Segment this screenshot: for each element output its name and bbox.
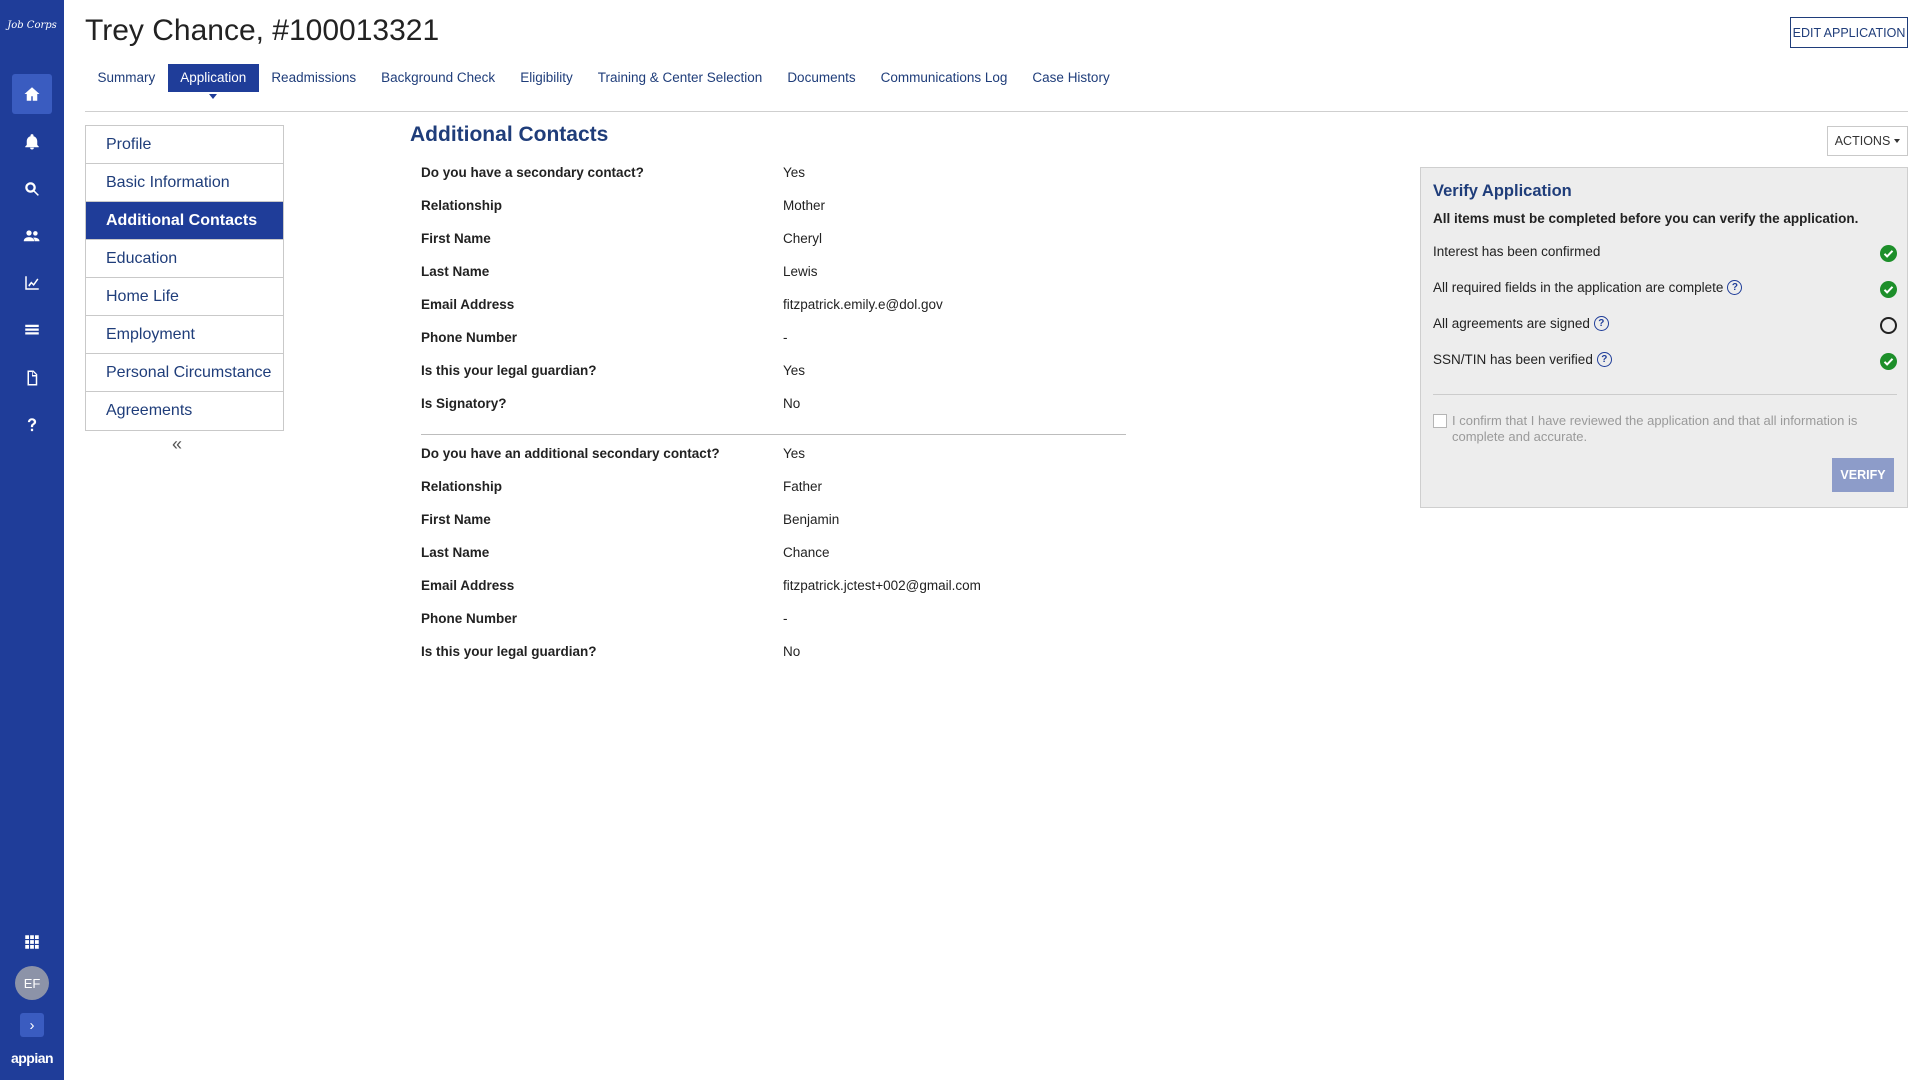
field-label: Phone Number bbox=[421, 611, 518, 626]
search-icon[interactable] bbox=[12, 169, 52, 209]
help-circle-icon[interactable]: ? bbox=[1596, 352, 1612, 367]
verify-instruction: All items must be completed before you c… bbox=[1433, 211, 1859, 226]
check-pending-icon bbox=[1880, 317, 1897, 334]
field-label: Relationship bbox=[421, 198, 503, 213]
help-circle-icon[interactable]: ? bbox=[1593, 316, 1609, 331]
field-label: First Name bbox=[421, 231, 491, 246]
field-value: Yes bbox=[783, 446, 806, 461]
field-label: Email Address bbox=[421, 578, 515, 593]
confirm-row: I confirm that I have reviewed the appli… bbox=[1433, 413, 1893, 445]
tab-documents[interactable]: Documents bbox=[775, 64, 868, 92]
help-circle-icon[interactable]: ? bbox=[1727, 280, 1743, 295]
confirm-checkbox[interactable] bbox=[1433, 414, 1447, 428]
actions-dropdown[interactable]: ACTIONS bbox=[1827, 126, 1908, 156]
field-label: Do you have an additional secondary cont… bbox=[421, 446, 720, 461]
field-value: Mother bbox=[783, 198, 826, 213]
field-value: No bbox=[783, 644, 801, 659]
section-title: Additional Contacts bbox=[410, 123, 609, 146]
document-icon[interactable] bbox=[12, 358, 52, 398]
field-label: Relationship bbox=[421, 479, 503, 494]
field-value: - bbox=[783, 330, 788, 345]
field-label: Is this your legal guardian? bbox=[421, 644, 597, 659]
field-value: Benjamin bbox=[783, 512, 840, 527]
checklist-item: Interest has been confirmed bbox=[1433, 244, 1897, 264]
menu-item-basic-information[interactable]: Basic Information bbox=[86, 164, 283, 202]
bell-icon[interactable] bbox=[12, 122, 52, 162]
menu-item-agreements[interactable]: Agreements bbox=[86, 392, 283, 430]
tab-communications-log[interactable]: Communications Log bbox=[868, 64, 1020, 92]
field-value: Father bbox=[783, 479, 823, 494]
field-label: Is this your legal guardian? bbox=[421, 363, 597, 378]
expand-icon[interactable]: › bbox=[20, 1013, 44, 1037]
verify-divider bbox=[1433, 394, 1897, 395]
field-label: First Name bbox=[421, 512, 491, 527]
list-icon[interactable] bbox=[12, 310, 52, 350]
field-value: Chance bbox=[783, 545, 830, 560]
tabs-divider bbox=[85, 111, 1908, 112]
field-value: - bbox=[783, 611, 788, 626]
menu-item-home-life[interactable]: Home Life bbox=[86, 278, 283, 316]
tab-training-center-selection[interactable]: Training & Center Selection bbox=[585, 64, 775, 92]
field-value: fitzpatrick.emily.e@dol.gov bbox=[783, 297, 943, 312]
field-label: Is Signatory? bbox=[421, 396, 507, 411]
record-tabs: Summary Application Readmissions Backgro… bbox=[85, 64, 1122, 99]
verify-title: Verify Application bbox=[1433, 182, 1572, 200]
tab-eligibility[interactable]: Eligibility bbox=[508, 64, 586, 92]
job-corps-logo[interactable]: Job Corps bbox=[0, 20, 64, 31]
field-value: Yes bbox=[783, 363, 806, 378]
checklist-item-label: All required fields in the application a… bbox=[1433, 280, 1724, 295]
field-label: Last Name bbox=[421, 545, 490, 560]
chart-icon[interactable] bbox=[12, 263, 52, 303]
field-value: Yes bbox=[783, 165, 806, 180]
checklist-item: All required fields in the application a… bbox=[1433, 280, 1897, 300]
tab-summary[interactable]: Summary bbox=[85, 64, 168, 92]
field-label: Email Address bbox=[421, 297, 515, 312]
check-complete-icon bbox=[1880, 245, 1897, 262]
apps-grid-icon[interactable] bbox=[12, 922, 52, 962]
field-label: Phone Number bbox=[421, 330, 518, 345]
left-nav-rail: Job Corps EF › appian bbox=[0, 0, 64, 1080]
checklist-item-label: SSN/TIN has been verified bbox=[1433, 352, 1593, 367]
tab-application[interactable]: Application bbox=[167, 64, 259, 99]
field-value: Lewis bbox=[783, 264, 818, 279]
confirm-label: I confirm that I have reviewed the appli… bbox=[1452, 413, 1858, 444]
appian-brand: appian bbox=[10, 1050, 54, 1066]
contact-divider bbox=[421, 434, 1126, 435]
users-icon[interactable] bbox=[12, 216, 52, 256]
tab-background-check[interactable]: Background Check bbox=[369, 64, 508, 92]
menu-item-education[interactable]: Education bbox=[86, 240, 283, 278]
collapse-menu-icon[interactable]: « bbox=[172, 434, 182, 455]
verify-application-panel: Verify Application All items must be com… bbox=[1420, 167, 1908, 508]
check-complete-icon bbox=[1880, 281, 1897, 298]
home-icon[interactable] bbox=[12, 74, 52, 114]
check-complete-icon bbox=[1880, 353, 1897, 370]
checklist-item: SSN/TIN has been verified? bbox=[1433, 352, 1897, 372]
checklist-item-label: All agreements are signed bbox=[1433, 316, 1590, 331]
field-value: No bbox=[783, 396, 801, 411]
page-title: Trey Chance, #100013321 bbox=[85, 14, 440, 47]
menu-item-employment[interactable]: Employment bbox=[86, 316, 283, 354]
field-label: Do you have a secondary contact? bbox=[421, 165, 644, 180]
menu-item-additional-contacts[interactable]: Additional Contacts bbox=[86, 202, 283, 240]
app-root: Job Corps EF › appian Trey Chance, #1000… bbox=[0, 0, 1920, 1080]
tab-case-history[interactable]: Case History bbox=[1020, 64, 1122, 92]
user-avatar[interactable]: EF bbox=[15, 966, 49, 1000]
tab-readmissions[interactable]: Readmissions bbox=[259, 64, 369, 92]
application-section-menu: Profile Basic Information Additional Con… bbox=[85, 125, 284, 431]
field-label: Last Name bbox=[421, 264, 490, 279]
field-value: Cheryl bbox=[783, 231, 823, 246]
checklist-item: All agreements are signed? bbox=[1433, 316, 1897, 336]
field-value: fitzpatrick.jctest+002@gmail.com bbox=[783, 578, 981, 593]
menu-item-personal-circumstance[interactable]: Personal Circumstance bbox=[86, 354, 283, 392]
caret-down-icon bbox=[1894, 139, 1901, 143]
actions-label: ACTIONS bbox=[1834, 134, 1891, 148]
verify-button[interactable]: VERIFY bbox=[1832, 458, 1894, 492]
help-icon[interactable] bbox=[12, 405, 52, 445]
menu-item-profile[interactable]: Profile bbox=[86, 126, 283, 164]
edit-application-button[interactable]: EDIT APPLICATION bbox=[1790, 17, 1908, 48]
checklist-item-label: Interest has been confirmed bbox=[1433, 244, 1601, 259]
